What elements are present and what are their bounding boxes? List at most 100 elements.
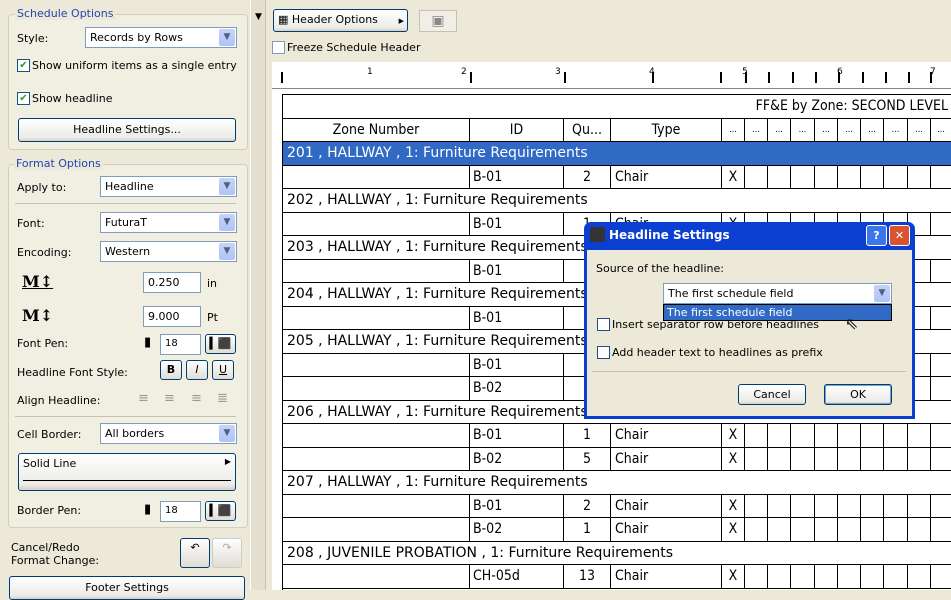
border-pen-color-button[interactable]: ▍⬛ — [205, 501, 236, 521]
column-header: ... — [722, 118, 745, 142]
empty-cell — [745, 447, 768, 471]
ruler-tick — [862, 72, 864, 83]
headline-settings-button[interactable]: Headline Settings... — [18, 118, 236, 142]
fit-icon-button[interactable]: ▣ — [419, 10, 457, 32]
source-label: Source of the headline: — [596, 262, 724, 275]
empty-cell — [838, 494, 861, 518]
empty-cell — [908, 447, 931, 471]
empty-cell — [884, 518, 908, 542]
id-cell: B-01 — [470, 212, 564, 236]
triangle-right-icon: ▶ — [224, 457, 231, 466]
empty-cell — [768, 424, 791, 448]
ruler-border — [272, 88, 951, 89]
empty-cell — [931, 166, 951, 189]
apply-to-value: Headline — [105, 180, 154, 193]
cancel-button[interactable]: Cancel — [738, 384, 806, 405]
mark-cell: X — [722, 518, 745, 542]
encoding-label: Encoding: — [17, 246, 72, 259]
size-unit: Pt — [207, 311, 218, 324]
header-options-button[interactable]: ▦ Header Options ▶ — [273, 9, 408, 32]
encoding-select[interactable]: Western ▼ — [100, 241, 237, 262]
empty-cell — [931, 377, 951, 401]
help-button[interactable]: ? — [866, 225, 887, 246]
chevron-down-icon: ▼ — [219, 243, 235, 260]
underline-button[interactable]: U — [212, 360, 234, 380]
line-type-button[interactable]: Solid Line ▶ — [18, 453, 236, 491]
mouse-cursor-icon: ⇖ — [845, 314, 859, 333]
align-center-icon[interactable]: ≡ — [164, 391, 175, 406]
text-size-input[interactable]: 9.000 — [143, 306, 201, 327]
empty-cell — [768, 565, 791, 589]
show-headline-label: Show headline — [32, 92, 113, 105]
italic-button[interactable]: I — [186, 360, 208, 380]
mark-cell: X — [722, 447, 745, 471]
prefix-checkbox[interactable] — [597, 346, 610, 359]
close-button[interactable]: ✕ — [889, 225, 910, 246]
divider — [15, 203, 236, 204]
format-options-legend: Format Options — [14, 157, 103, 170]
empty-cell — [815, 424, 838, 448]
dialog-body: Source of the headline: The first schedu… — [587, 250, 912, 416]
text-height-icon: M↕ — [22, 272, 54, 291]
redo-format-button: ↷ — [212, 538, 242, 568]
ruler-label: 1 — [367, 67, 373, 77]
empty-cell — [931, 495, 951, 518]
ok-button[interactable]: OK — [824, 384, 892, 405]
font-pen-input[interactable]: 18 — [160, 334, 201, 355]
ruler-tick — [815, 72, 817, 83]
mark-cell: X — [722, 565, 745, 589]
empty-cell — [791, 447, 815, 471]
empty-cell — [838, 518, 861, 542]
freeze-header-label: Freeze Schedule Header — [287, 41, 421, 54]
ruler-label: 3 — [555, 67, 561, 77]
empty-cell — [908, 565, 931, 589]
type-cell: Chair — [611, 565, 722, 589]
style-select[interactable]: Records by Rows ▼ — [85, 27, 237, 48]
empty-cell — [745, 165, 768, 189]
group-headline-row[interactable]: 202 , HALLWAY , 1: Furniture Requirement… — [283, 189, 951, 213]
empty-cell — [768, 165, 791, 189]
zone-cell — [283, 306, 470, 330]
id-cell: B-02 — [470, 447, 564, 471]
line-type-label: Solid Line — [23, 457, 77, 470]
pen-icon: ▮ — [144, 335, 152, 350]
cell-border-label: Cell Border: — [17, 428, 82, 441]
apply-to-select[interactable]: Headline ▼ — [100, 176, 237, 197]
separator-row-checkbox[interactable] — [597, 318, 610, 331]
collapse-arrow-icon[interactable]: ▼ — [255, 12, 262, 22]
zone-cell — [283, 212, 470, 236]
divider — [592, 371, 906, 372]
qty-cell: 2 — [564, 494, 611, 518]
empty-cell — [931, 565, 951, 589]
align-right-icon[interactable]: ≡ — [191, 391, 202, 406]
font-pen-color-button[interactable]: ▍⬛ — [205, 334, 236, 354]
qty-cell: 13 — [564, 565, 611, 589]
group-headline-row[interactable]: 208 , JUVENILE PROBATION , 1: Furniture … — [283, 542, 951, 565]
align-justify-icon[interactable]: ≣ — [217, 391, 228, 406]
ruler-tick — [768, 72, 770, 83]
font-select[interactable]: FuturaT ▼ — [100, 212, 237, 233]
footer-settings-button[interactable]: Footer Settings — [9, 576, 245, 600]
column-header: ... — [931, 119, 951, 142]
uniform-label: Show uniform items as a single entry — [32, 59, 237, 72]
text-height-input[interactable]: 0.250 — [143, 272, 201, 293]
qty-cell: 1 — [564, 424, 611, 448]
ruler-tick — [908, 72, 910, 83]
chevron-down-icon: ▼ — [219, 425, 235, 442]
group-headline-row[interactable]: 201 , HALLWAY , 1: Furniture Requirement… — [283, 142, 951, 166]
bold-button[interactable]: B — [160, 360, 182, 380]
id-cell: CH-05d — [470, 565, 564, 589]
empty-cell — [861, 565, 884, 589]
panel-splitter[interactable] — [250, 0, 266, 590]
source-select[interactable]: The first schedule field ▼ — [663, 283, 892, 304]
zone-cell — [283, 424, 470, 448]
align-left-icon[interactable]: ≡ — [138, 391, 149, 406]
show-headline-checkbox[interactable]: ✔ — [17, 92, 30, 105]
border-pen-input[interactable]: 18 — [160, 501, 201, 522]
freeze-header-checkbox[interactable] — [272, 41, 285, 54]
uniform-checkbox[interactable]: ✔ — [17, 59, 30, 72]
undo-format-button[interactable]: ↶ — [180, 538, 210, 568]
cell-border-select[interactable]: All borders ▼ — [100, 423, 237, 444]
ruler-tick — [720, 72, 722, 83]
group-headline-row[interactable]: 207 , HALLWAY , 1: Furniture Requirement… — [283, 471, 951, 495]
